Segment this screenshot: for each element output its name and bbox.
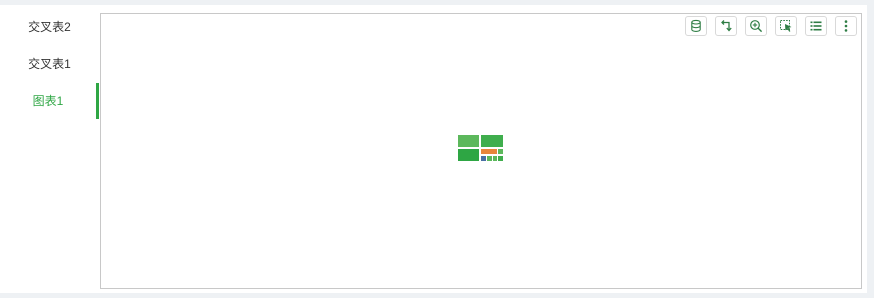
list-button[interactable] xyxy=(805,16,827,36)
treemap-placeholder xyxy=(458,135,504,161)
more-vertical-icon xyxy=(839,19,853,33)
tab-crosstab-2[interactable]: 交叉表2 xyxy=(0,9,99,45)
database-icon xyxy=(689,19,703,33)
chart-canvas xyxy=(100,13,862,289)
sheet-tab-list: 交叉表2 交叉表1 图表1 xyxy=(0,5,99,293)
rotate-arrow-icon xyxy=(719,19,733,33)
database-button[interactable] xyxy=(685,16,707,36)
treemap-placeholder-icon xyxy=(458,135,504,161)
rotate-button[interactable] xyxy=(715,16,737,36)
tab-crosstab-1[interactable]: 交叉表1 xyxy=(0,46,99,82)
list-icon xyxy=(809,19,823,33)
select-cursor-icon xyxy=(779,19,793,33)
report-frame: 交叉表2 交叉表1 图表1 xyxy=(0,5,867,293)
more-options-button[interactable] xyxy=(835,16,857,36)
tab-chart-1[interactable]: 图表1 xyxy=(0,83,99,119)
select-button[interactable] xyxy=(775,16,797,36)
chart-toolbar xyxy=(685,16,857,36)
zoom-in-button[interactable] xyxy=(745,16,767,36)
zoom-in-icon xyxy=(749,19,763,33)
